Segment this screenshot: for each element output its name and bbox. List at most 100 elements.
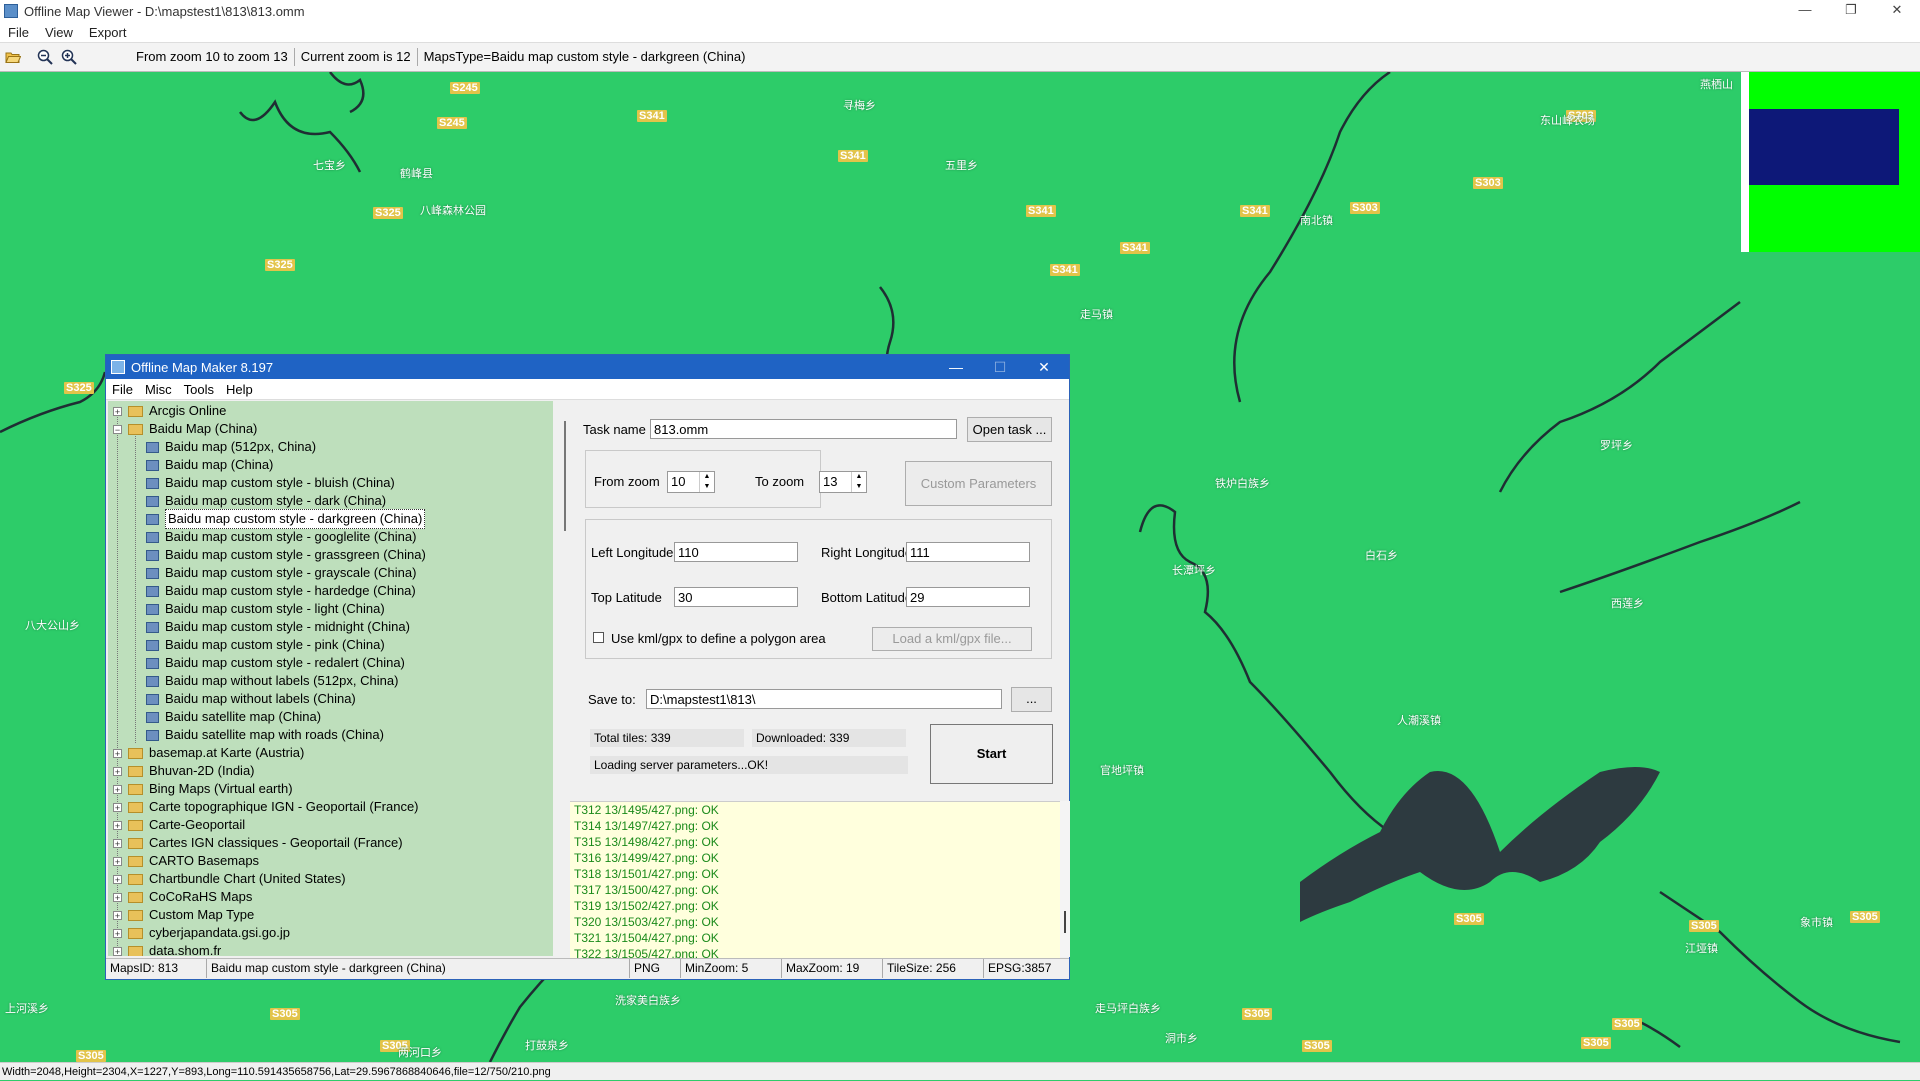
tree-folder-item[interactable]: − Baidu Map (China): [113, 420, 257, 438]
tree-folder-item[interactable]: + Chartbundle Chart (United States): [113, 870, 346, 888]
task-name-input[interactable]: 813.omm: [650, 419, 957, 439]
tree-folder-item[interactable]: + Carte topographique IGN - Geoportail (F…: [113, 798, 419, 816]
tree-map-item[interactable]: Baidu map custom style - light (China): [146, 600, 385, 618]
expand-icon[interactable]: +: [113, 406, 122, 416]
tree-map-item[interactable]: Baidu map custom style - midnight (China…: [146, 618, 410, 636]
tree-folder-item[interactable]: + Cartes IGN classiques - Geoportail (Fra…: [113, 834, 403, 852]
tree-map-item[interactable]: Baidu map custom style - bluish (China): [146, 474, 395, 492]
download-log[interactable]: T312 13/1495/427.png: OK T314 13/1497/427…: [570, 801, 1060, 958]
save-to-input[interactable]: D:\mapstest1\813\: [646, 689, 1002, 709]
tree-folder-item[interactable]: + basemap.at Karte (Austria): [113, 744, 304, 762]
spinner-arrows-icon[interactable]: ▲ ▼: [851, 472, 866, 492]
expand-icon[interactable]: +: [113, 946, 122, 956]
expand-icon[interactable]: +: [113, 766, 122, 776]
tree-item-label: Baidu map custom style - darkgreen (Chin…: [165, 509, 426, 529]
right-longitude-input[interactable]: 111: [906, 542, 1030, 562]
tree-map-item[interactable]: Baidu map custom style - hardedge (China…: [146, 582, 416, 600]
map-tile-icon: [146, 567, 159, 579]
tree-map-item[interactable]: Baidu map (China): [146, 456, 273, 474]
tree-map-item[interactable]: Baidu map without labels (China): [146, 690, 356, 708]
tree-folder-item[interactable]: + CoCoRaHS Maps: [113, 888, 252, 906]
expand-icon[interactable]: +: [113, 748, 122, 758]
road-badge: S305: [1612, 1018, 1642, 1030]
map-tile-icon: [146, 585, 159, 597]
dialog-minimize-button[interactable]: —: [934, 355, 978, 379]
tree-map-item[interactable]: Baidu satellite map (China): [146, 708, 321, 726]
tree-item-label: Arcgis Online: [149, 403, 227, 418]
dialog-menu-misc[interactable]: Misc: [139, 382, 178, 397]
zoom-out-button[interactable]: [34, 46, 56, 68]
tree-map-item[interactable]: Baidu map custom style - pink (China): [146, 636, 385, 654]
to-zoom-label: To zoom: [755, 474, 805, 489]
open-folder-button[interactable]: [2, 46, 24, 68]
browse-button[interactable]: ...: [1011, 687, 1052, 712]
minimize-button[interactable]: —: [1782, 0, 1828, 22]
log-scrollbar[interactable]: [1060, 801, 1070, 957]
open-task-button[interactable]: Open task ...: [967, 417, 1052, 442]
tree-folder-item[interactable]: + Custom Map Type: [113, 906, 254, 924]
dialog-close-button[interactable]: ✕: [1022, 355, 1066, 379]
expand-icon[interactable]: +: [113, 784, 122, 794]
status-maps-id: MapsID: 813: [106, 959, 207, 978]
spinner-arrows-icon[interactable]: ▲ ▼: [699, 472, 714, 492]
menu-view[interactable]: View: [37, 25, 81, 40]
tree-folder-item[interactable]: + CARTO Basemaps: [113, 852, 259, 870]
map-tile-icon: [146, 621, 159, 633]
expand-icon[interactable]: +: [113, 910, 122, 920]
tree-map-item[interactable]: Baidu map (512px, China): [146, 438, 316, 456]
downloaded-field: Downloaded: 339: [752, 729, 906, 747]
start-button[interactable]: Start: [930, 724, 1053, 784]
main-title-bar: Offline Map Viewer - D:\mapstest1\813\81…: [0, 0, 1920, 22]
tree-item-label: Baidu map (512px, China): [165, 439, 317, 454]
restore-button[interactable]: ❐: [1828, 0, 1874, 22]
dialog-menu-help[interactable]: Help: [220, 382, 259, 397]
tree-map-item[interactable]: Baidu map custom style - grassgreen (Chi…: [146, 546, 426, 564]
right-longitude-label: Right Longitude: [821, 545, 913, 560]
to-zoom-spinner[interactable]: 13 ▲ ▼: [819, 471, 867, 493]
left-longitude-input[interactable]: 110: [674, 542, 798, 562]
expand-icon[interactable]: +: [113, 874, 122, 884]
tree-map-item[interactable]: Baidu map custom style - redalert (China…: [146, 654, 405, 672]
tree-map-item[interactable]: Baidu map custom style - darkgreen (Chin…: [146, 509, 426, 529]
custom-parameters-button[interactable]: Custom Parameters: [905, 461, 1052, 506]
tree-folder-item[interactable]: + data.shom.fr: [113, 942, 221, 956]
menu-export[interactable]: Export: [81, 25, 135, 40]
dialog-menu-file[interactable]: File: [106, 382, 139, 397]
top-latitude-input[interactable]: 30: [674, 587, 798, 607]
tree-map-item[interactable]: Baidu map custom style - googlelite (Chi…: [146, 528, 416, 546]
tree-map-item[interactable]: Baidu map without labels (512px, China): [146, 672, 398, 690]
minimap[interactable]: [1741, 72, 1920, 252]
map-tile-icon: [146, 441, 159, 453]
collapse-icon[interactable]: −: [113, 424, 122, 434]
menu-file[interactable]: File: [0, 25, 37, 40]
tree-map-item[interactable]: Baidu map custom style - dark (China): [146, 492, 386, 510]
close-button[interactable]: ✕: [1874, 0, 1920, 22]
place-label: 长潭坪乡: [1172, 565, 1216, 577]
tree-folder-item[interactable]: + Bing Maps (Virtual earth): [113, 780, 293, 798]
tree-folder-item[interactable]: + Carte-Geoportail: [113, 816, 245, 834]
from-zoom-spinner[interactable]: 10 ▲ ▼: [667, 471, 715, 493]
tree-folder-item[interactable]: + cyberjapandata.gsi.go.jp: [113, 924, 290, 942]
dialog-title-bar: Offline Map Maker 8.197 — ☐ ✕: [106, 355, 1069, 379]
expand-icon[interactable]: +: [113, 820, 122, 830]
place-label: 象市镇: [1800, 917, 1833, 929]
zoom-in-button[interactable]: [58, 46, 80, 68]
tree-map-item[interactable]: Baidu satellite map with roads (China): [146, 726, 384, 744]
tree-folder-item[interactable]: + Bhuvan-2D (India): [113, 762, 255, 780]
tree-item-label: Bing Maps (Virtual earth): [149, 781, 293, 796]
bottom-latitude-input[interactable]: 29: [906, 587, 1030, 607]
kml-checkbox[interactable]: [593, 632, 604, 643]
minimap-viewport[interactable]: [1749, 109, 1899, 185]
pane-splitter[interactable]: [560, 401, 570, 956]
load-kml-button[interactable]: Load a kml/gpx file...: [872, 627, 1032, 651]
dialog-menu-tools[interactable]: Tools: [178, 382, 220, 397]
expand-icon[interactable]: +: [113, 928, 122, 938]
tree-folder-item[interactable]: + Arcgis Online: [113, 402, 226, 420]
expand-icon[interactable]: +: [113, 802, 122, 812]
expand-icon[interactable]: +: [113, 856, 122, 866]
expand-icon[interactable]: +: [113, 838, 122, 848]
dialog-maximize-button[interactable]: ☐: [978, 355, 1022, 379]
tree-map-item[interactable]: Baidu map custom style - grayscale (Chin…: [146, 564, 416, 582]
map-source-tree[interactable]: + Arcgis Online − Baidu Map (China) Baidu ma…: [108, 401, 553, 956]
expand-icon[interactable]: +: [113, 892, 122, 902]
